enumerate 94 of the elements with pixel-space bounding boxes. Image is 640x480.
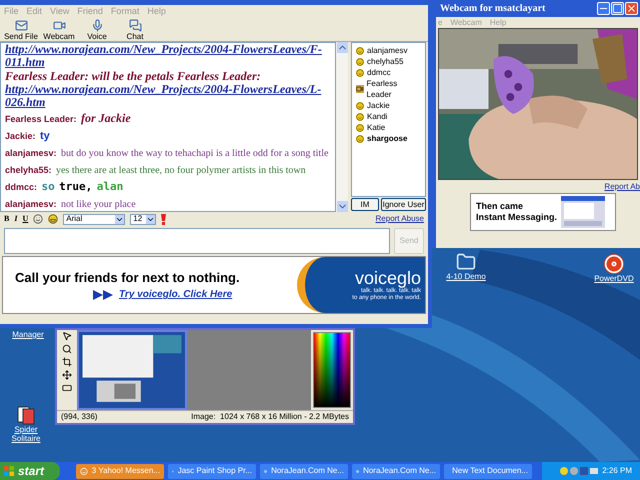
crop-icon[interactable]	[62, 357, 72, 367]
message-text: alan	[96, 180, 124, 193]
camera-icon	[52, 19, 66, 32]
chat-window-drawing	[561, 196, 606, 228]
chat-link[interactable]: http://www.norajean.com/New_Projects/2004-FlowersLeaves/F-011.htm	[5, 43, 331, 69]
pointer-icon[interactable]	[62, 331, 72, 341]
tray-icons-drawing	[559, 466, 600, 476]
toolbar-button[interactable]: Webcam	[42, 19, 76, 41]
smiley-icon	[356, 124, 364, 132]
smiley-icon	[80, 466, 88, 476]
desktop-icon-label[interactable]: Manager	[12, 330, 44, 339]
taskbar-button[interactable]: New Text Documen...	[444, 464, 532, 478]
smiley-icon[interactable]	[33, 214, 44, 224]
laughing-face-icon[interactable]	[48, 214, 58, 224]
taskbar-button[interactable]: NoraJean.Com Ne...	[352, 464, 440, 478]
message-text: so	[41, 180, 55, 193]
window-title: Webcam for msatclayart	[440, 2, 546, 16]
ad-banner[interactable]: Then came Instant Messaging.	[470, 193, 616, 231]
message-input[interactable]	[4, 228, 390, 254]
smiley-icon	[356, 112, 364, 120]
start-button[interactable]: start	[0, 462, 60, 480]
exclamation-icon[interactable]	[161, 214, 166, 224]
message-text: true,	[59, 180, 92, 193]
clock: 2:26 PM	[602, 465, 632, 477]
cursor-coordinates: (994, 336)	[61, 411, 98, 423]
zoom-icon[interactable]	[62, 344, 72, 354]
image-info: Image: 1024 x 768 x 16 Million - 2.2 MBytes	[191, 411, 349, 423]
dropdown-icon	[115, 214, 124, 224]
user-item[interactable]: Katie	[356, 122, 421, 133]
scroll-up-icon[interactable]	[336, 42, 348, 53]
sender-name: Fearless Leader:	[5, 114, 77, 124]
move-icon[interactable]	[62, 370, 72, 380]
smiley-icon	[356, 102, 364, 110]
message-text: Fearless Leader: will be the petals Fearless Leader:	[5, 69, 261, 83]
close-icon[interactable]	[625, 2, 638, 15]
user-action-button[interactable]: IM	[351, 198, 379, 211]
message-text: for Jackie	[81, 111, 131, 125]
size-select[interactable]: 12	[130, 214, 156, 224]
sender-name: ddmcc:	[5, 182, 38, 192]
smiley-icon	[356, 46, 364, 54]
message-text: but do you know the way to tehachapi is a little odd for a song title	[60, 148, 328, 159]
bold-button[interactable]: B	[4, 213, 10, 225]
user-item[interactable]: shargoose	[356, 133, 421, 144]
report-abuse-link[interactable]: Report Abuse	[376, 213, 424, 225]
sender-name: alanjamesv:	[5, 199, 57, 209]
scrollbar[interactable]	[336, 42, 348, 212]
windows-logo-icon	[4, 466, 14, 476]
ad-headline: Instant Messaging.	[476, 212, 558, 223]
microphone-icon	[90, 19, 104, 32]
minimize-icon[interactable]	[597, 2, 610, 15]
user-item[interactable]: Jackie	[356, 100, 421, 111]
maximize-icon[interactable]	[611, 2, 624, 15]
message-text: yes there are at least three, no four polymer artists in this town	[56, 165, 306, 176]
envelope-icon	[14, 19, 28, 32]
toolbar-button[interactable]: Voice	[80, 19, 114, 41]
toolbar-button[interactable]: Send File	[4, 19, 38, 41]
playing-cards-icon[interactable]	[16, 405, 36, 425]
taskbar-button[interactable]: NoraJean.Com Ne...	[260, 464, 348, 478]
sender-name: alanjamesv:	[5, 148, 57, 158]
color-palette[interactable]	[313, 332, 351, 408]
message-text: not like your place	[60, 199, 136, 210]
camera-icon	[356, 85, 364, 93]
taskbar-button[interactable]: Jasc Paint Shop Pr...	[168, 464, 256, 478]
toolbar-button[interactable]: Chat	[118, 19, 152, 41]
speech-bubbles-icon	[128, 19, 142, 32]
user-item[interactable]: Fearless Leader	[356, 78, 421, 100]
desktop-icon-label[interactable]: Spider Solitaire	[0, 425, 52, 443]
message-text: ty	[40, 130, 50, 142]
scroll-down-icon[interactable]	[336, 201, 348, 212]
user-item[interactable]: chelyha55	[356, 56, 421, 67]
italic-button[interactable]: I	[14, 213, 18, 225]
user-item[interactable]: Kandi	[356, 111, 421, 122]
double-arrow-icon	[93, 290, 115, 300]
ad-headline: Call your friends for next to nothing.	[15, 268, 241, 287]
folder-icon[interactable]	[456, 252, 476, 272]
smiley-icon	[356, 68, 364, 76]
user-action-button[interactable]: Ignore User	[381, 198, 426, 211]
sender-name: chelyha55:	[5, 165, 52, 175]
underline-button[interactable]: U	[22, 213, 28, 225]
dropdown-icon	[146, 214, 156, 224]
desktop-icon-label[interactable]: PowerDVD	[594, 274, 634, 283]
report-abuse-link[interactable]: Report Ab	[604, 180, 640, 192]
chat-link[interactable]: http://www.norajean.com/New_Projects/2004-FlowersLeaves/L-026.htm	[5, 83, 331, 109]
ad-link[interactable]: Try voiceglo. Click Here	[119, 287, 232, 302]
smiley-icon	[356, 58, 364, 66]
rectangle-icon[interactable]	[62, 383, 72, 393]
user-item[interactable]: ddmcc	[356, 67, 421, 78]
ad-headline: Then came	[476, 201, 524, 212]
user-item[interactable]: alanjamesv	[356, 45, 421, 56]
desktop-icon-label[interactable]: 4-10 Demo	[446, 272, 486, 281]
ad-logo: voiceglo	[354, 268, 421, 288]
smiley-icon	[356, 134, 364, 142]
font-select[interactable]: Arial	[63, 214, 126, 224]
sender-name: Jackie:	[5, 131, 36, 141]
